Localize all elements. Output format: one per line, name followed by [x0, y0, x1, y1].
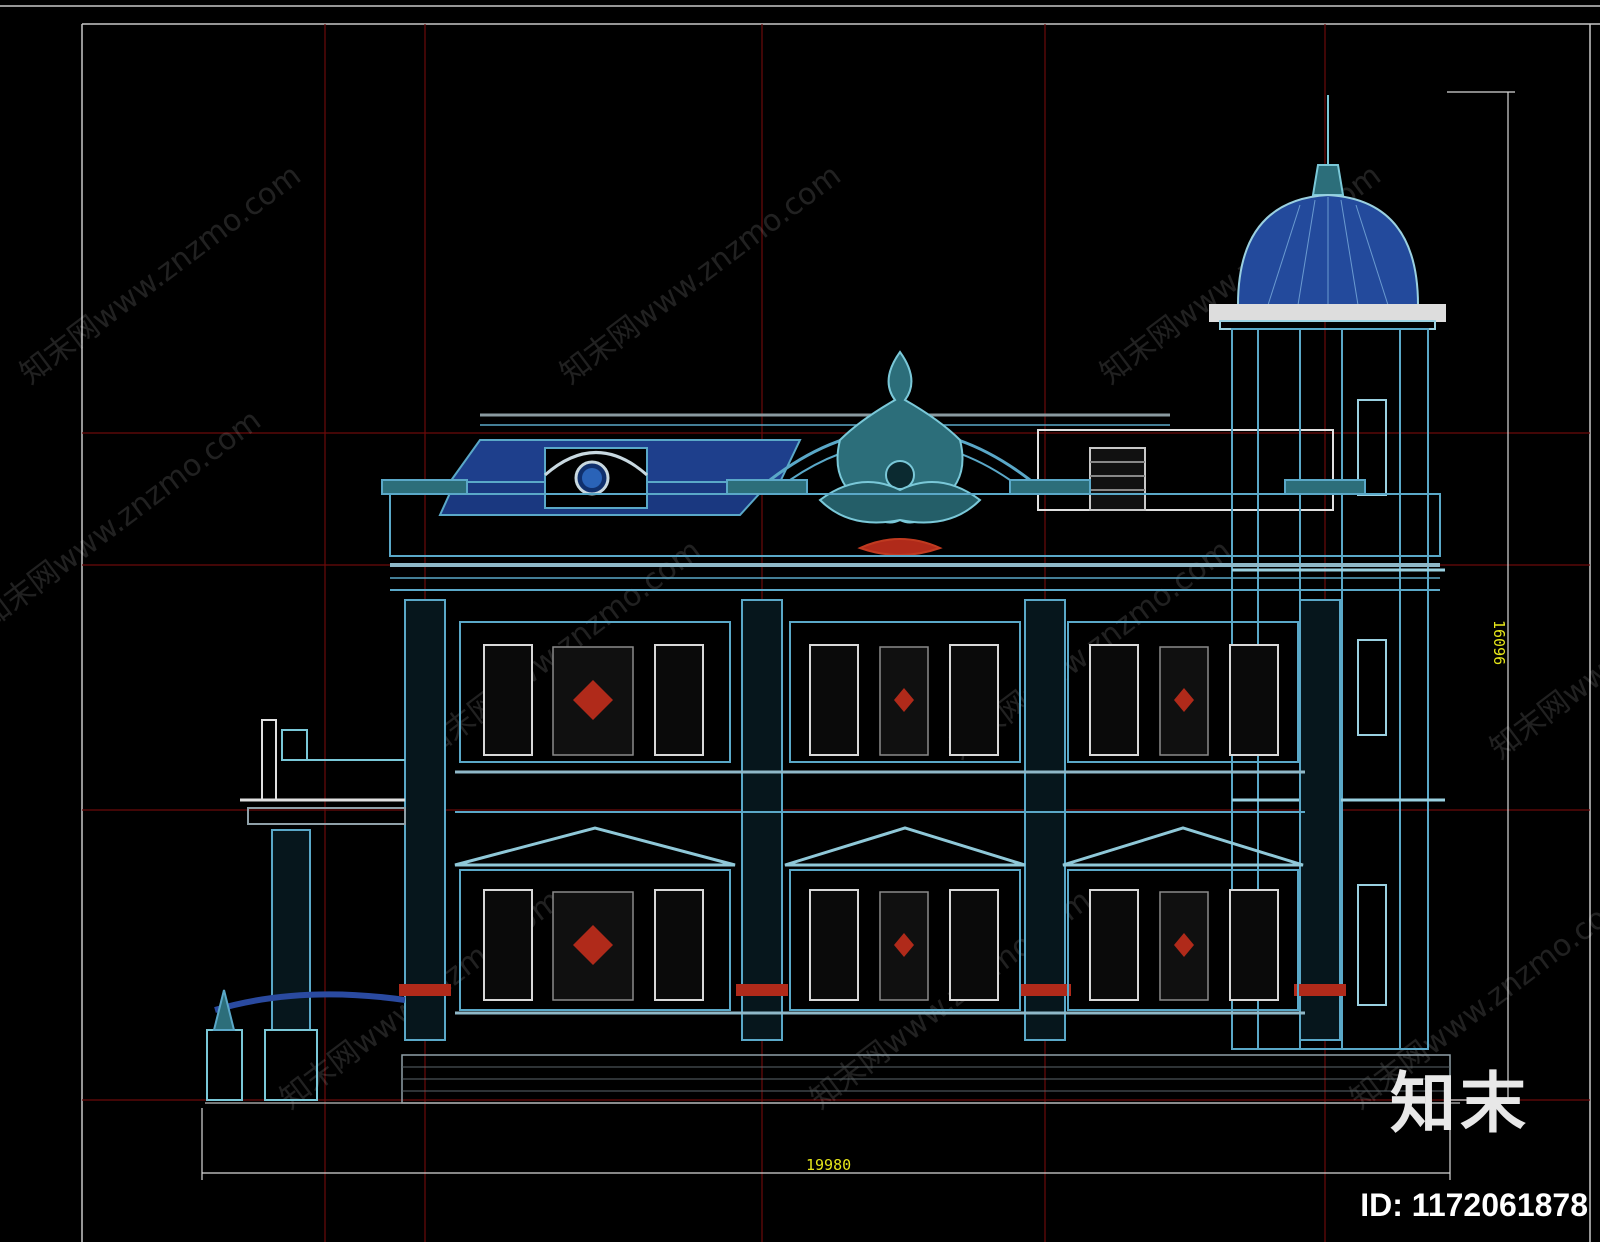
image-id-label: ID: 1172061878 [1360, 1187, 1588, 1223]
brand-logo: 知末 [1390, 1065, 1530, 1142]
cad-elevation-drawing: 知末网www.znzmo.com 知末网www.znzmo.com 知末网www… [0, 0, 1600, 1242]
width-dimension-label: 19980 [806, 1156, 851, 1174]
height-dimension-label: 16096 [1490, 620, 1508, 665]
